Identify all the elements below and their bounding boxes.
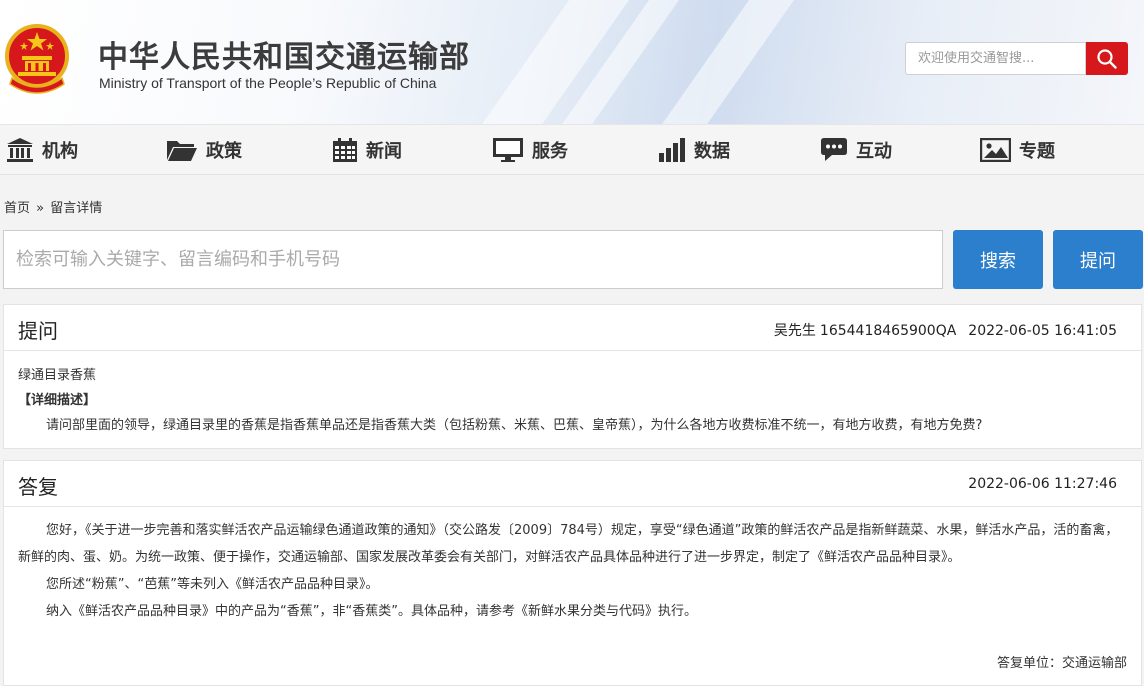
search-button[interactable]: 搜索 bbox=[953, 230, 1043, 289]
breadcrumb-current: 留言详情 bbox=[50, 201, 103, 216]
question-heading: 提问 bbox=[18, 319, 58, 343]
folder-icon bbox=[167, 141, 197, 161]
site-subtitle: Ministry of Transport of the People’s Re… bbox=[99, 75, 437, 91]
breadcrumb-home[interactable]: 首页 bbox=[4, 201, 30, 216]
detail-label: 【详细描述】 bbox=[18, 393, 97, 408]
nav-label: 互动 bbox=[856, 141, 892, 162]
calendar-icon bbox=[333, 138, 357, 162]
national-emblem-icon[interactable] bbox=[4, 22, 70, 98]
nav-item-policy[interactable]: 政策 bbox=[166, 125, 242, 175]
nav-label: 新闻 bbox=[366, 141, 402, 162]
answer-paragraph: 您所述“粉蕉”、“芭蕉”等未列入《鲜活农产品品种目录》。 bbox=[46, 577, 379, 592]
answer-body: 您好，《关于进一步完善和落实鲜活农产品运输绿色通道政策的通知》（交公路发〔200… bbox=[4, 507, 1141, 635]
nav-item-data[interactable]: 数据 bbox=[658, 125, 730, 175]
answer-time: 2022-06-06 11:27:46 bbox=[968, 476, 1117, 492]
question-time: 2022-06-05 16:41:05 bbox=[968, 323, 1117, 339]
site-header: 中华人民共和国交通运输部 Ministry of Transport of th… bbox=[0, 0, 1144, 124]
image-icon bbox=[980, 138, 1011, 162]
question-header: 提问 吴先生 1654418465900QA 2022-06-05 16:41:05 bbox=[4, 305, 1141, 351]
answer-unit: 答复单位：交通运输部 bbox=[996, 656, 1127, 671]
chat-icon bbox=[821, 138, 847, 161]
question-meta: 吴先生 1654418465900QA 2022-06-05 16:41:05 bbox=[774, 320, 1117, 340]
answer-heading: 答复 bbox=[18, 475, 58, 499]
nav-label: 数据 bbox=[694, 141, 730, 162]
question-body: 绿通目录香蕉 【详细描述】 请问部里面的领导，绿通目录里的香蕉是指香蕉单品还是指… bbox=[4, 351, 1141, 450]
nav-label: 服务 bbox=[532, 141, 568, 162]
nav-item-institutions[interactable]: 机构 bbox=[6, 125, 78, 175]
building-icon bbox=[7, 138, 33, 162]
breadcrumb-separator: » bbox=[36, 201, 45, 216]
nav-label: 机构 bbox=[42, 141, 78, 162]
ask-question-button[interactable]: 提问 bbox=[1053, 230, 1143, 289]
nav-item-news[interactable]: 新闻 bbox=[332, 125, 402, 175]
nav-label: 政策 bbox=[206, 141, 242, 162]
nav-item-interaction[interactable]: 互动 bbox=[820, 125, 892, 175]
answer-meta: 2022-06-06 11:27:46 bbox=[968, 476, 1117, 492]
site-search-button[interactable] bbox=[1086, 42, 1128, 75]
nav-item-topics[interactable]: 专题 bbox=[980, 125, 1055, 175]
nav-item-services[interactable]: 服务 bbox=[492, 125, 568, 175]
monitor-icon bbox=[493, 138, 523, 162]
site-search-input[interactable]: 欢迎使用交通智搜... bbox=[905, 42, 1086, 75]
search-icon bbox=[1097, 48, 1117, 69]
answer-header: 答复 2022-06-06 11:27:46 bbox=[4, 461, 1141, 507]
main-nav: 机构 政策 新闻 服务 数据 互动 专题 bbox=[0, 124, 1144, 175]
answer-panel: 答复 2022-06-06 11:27:46 您好，《关于进一步完善和落实鲜活农… bbox=[3, 460, 1142, 686]
site-title[interactable]: 中华人民共和国交通运输部 bbox=[98, 32, 470, 76]
message-code: 1654418465900QA bbox=[819, 323, 957, 339]
question-panel: 提问 吴先生 1654418465900QA 2022-06-05 16:41:05… bbox=[3, 304, 1142, 449]
question-detail: 请问部里面的领导，绿通目录里的香蕉是指香蕉单品还是指香蕉大类（包括粉蕉、米蕉、巴… bbox=[46, 418, 983, 433]
nav-label: 专题 bbox=[1019, 141, 1055, 162]
breadcrumb: 首页 » 留言详情 bbox=[4, 197, 104, 216]
answer-paragraph: 纳入《鲜活农产品品种目录》中的产品为“香蕉”，非“香蕉类”。具体品种，请参考《新… bbox=[46, 604, 697, 619]
answer-paragraph: 您好，《关于进一步完善和落实鲜活农产品运输绿色通道政策的通知》（交公路发〔200… bbox=[18, 523, 1119, 565]
message-search-input[interactable]: 检索可输入关键字、留言编码和手机号码 bbox=[3, 230, 943, 289]
bar-chart-icon bbox=[659, 138, 685, 162]
question-subject: 绿通目录香蕉 bbox=[18, 368, 97, 383]
asker-name: 吴先生 bbox=[773, 323, 816, 339]
